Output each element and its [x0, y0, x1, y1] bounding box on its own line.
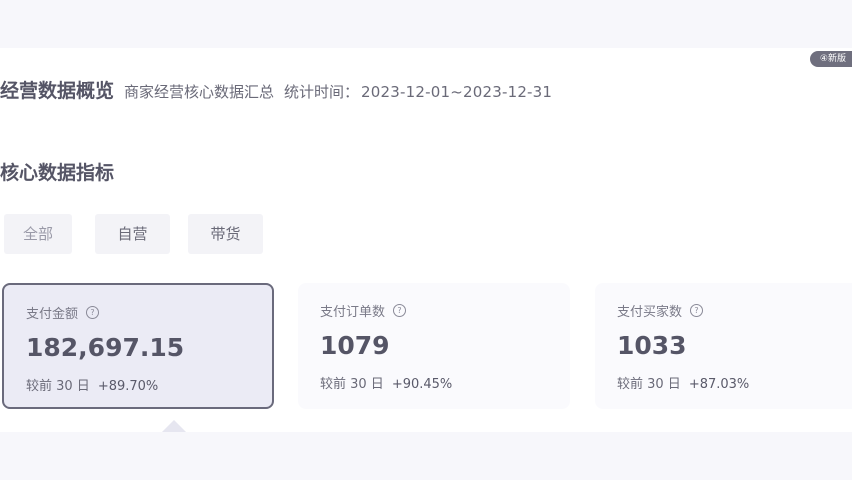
card-title-row: 支付买家数 ? [617, 301, 704, 320]
card-value: 182,697.15 [26, 333, 185, 362]
card-title: 支付订单数 [320, 305, 386, 320]
period-value: 2023-12-01~2023-12-31 [361, 83, 553, 101]
page-title: 经营数据概览 [0, 80, 115, 102]
new-version-badge[interactable]: ④新版 [809, 51, 852, 67]
change-value: +89.70% [97, 379, 159, 394]
card-value: 1033 [617, 331, 687, 360]
tab-affiliate[interactable]: 带货 [188, 214, 263, 254]
card-title: 支付金额 [26, 307, 79, 322]
change-value: +90.45% [391, 377, 453, 392]
tab-self-operated[interactable]: 自营 [95, 214, 170, 254]
section-title: 核心数据指标 [0, 162, 115, 184]
compare-label: 较前 30 日 [617, 377, 681, 392]
card-compare: 较前 30 日 +89.70% [26, 375, 158, 394]
period-label: 统计时间： [284, 83, 360, 101]
help-icon[interactable]: ? [86, 306, 100, 319]
page-subtitle: 商家经营核心数据汇总 [124, 83, 275, 101]
change-value: +87.03% [688, 377, 750, 392]
metric-card-payment-amount[interactable]: 支付金额 ? 182,697.15 较前 30 日 +89.70% [2, 283, 274, 409]
tab-all[interactable]: 全部 [4, 214, 72, 254]
metric-card-order-count[interactable]: 支付订单数 ? 1079 较前 30 日 +90.45% [298, 283, 570, 409]
help-icon[interactable]: ? [690, 304, 704, 317]
help-icon[interactable]: ? [393, 304, 407, 317]
card-compare: 较前 30 日 +90.45% [320, 373, 452, 392]
compare-label: 较前 30 日 [26, 379, 90, 394]
card-title-row: 支付订单数 ? [320, 301, 407, 320]
page-header: 经营数据概览 商家经营核心数据汇总 统计时间： 2023-12-01~2023-… [0, 76, 552, 102]
card-title: 支付买家数 [617, 305, 683, 320]
card-title-row: 支付金额 ? [26, 303, 100, 322]
compare-label: 较前 30 日 [320, 377, 384, 392]
metric-card-buyer-count[interactable]: 支付买家数 ? 1033 较前 30 日 +87.03% [595, 283, 852, 409]
selected-card-pointer [162, 420, 186, 432]
card-compare: 较前 30 日 +87.03% [617, 373, 749, 392]
card-value: 1079 [320, 331, 390, 360]
